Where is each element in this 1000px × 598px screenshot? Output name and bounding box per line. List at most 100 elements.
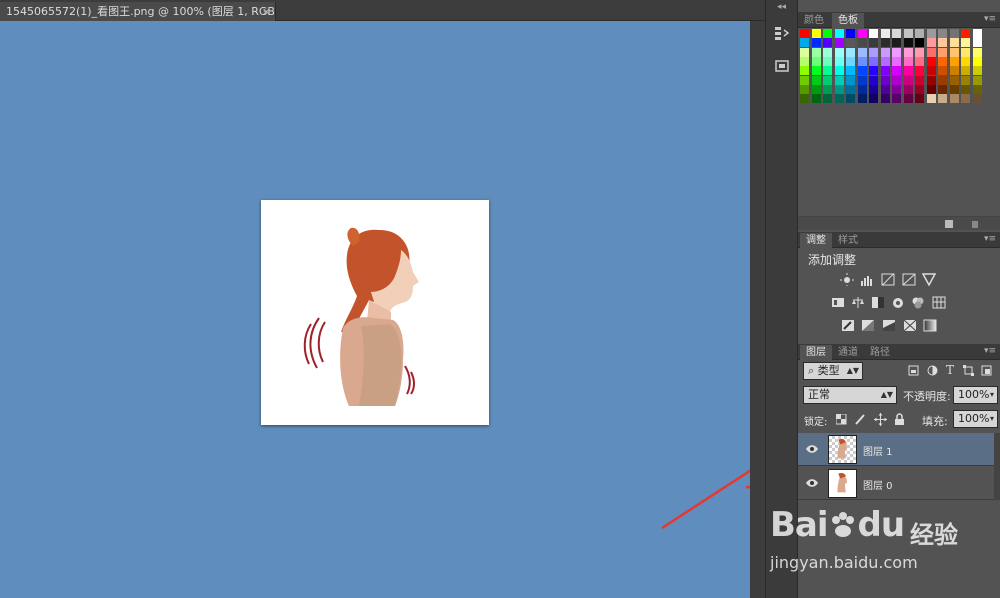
swatch[interactable] <box>857 29 867 38</box>
close-tab-button[interactable]: × <box>262 2 271 21</box>
swatch[interactable] <box>880 94 890 104</box>
swatch[interactable] <box>938 38 947 48</box>
history-icon[interactable] <box>771 22 793 44</box>
filter-type-icon[interactable]: T <box>946 363 954 377</box>
swatch[interactable] <box>834 38 844 48</box>
filter-pixel-icon[interactable] <box>908 365 919 376</box>
tab-color[interactable]: 颜色 <box>798 13 830 28</box>
swatch[interactable] <box>961 94 970 104</box>
swatch[interactable] <box>961 47 970 57</box>
swatch[interactable] <box>892 29 901 38</box>
swatch[interactable] <box>961 38 970 48</box>
swatch[interactable] <box>938 29 947 38</box>
swatch[interactable] <box>834 94 844 104</box>
swatch[interactable] <box>846 66 855 76</box>
swatch[interactable] <box>972 29 982 38</box>
swatch[interactable] <box>938 66 947 76</box>
vibrance-icon[interactable] <box>922 273 937 286</box>
tab-paths[interactable]: 路径 <box>864 345 896 360</box>
canvas-area[interactable] <box>0 21 792 598</box>
swatch[interactable] <box>869 38 878 48</box>
tab-swatches[interactable]: 色板 <box>832 13 864 28</box>
invert-icon[interactable] <box>841 319 856 332</box>
channel-mixer-icon[interactable] <box>911 296 926 309</box>
swatch[interactable] <box>949 56 959 66</box>
filter-smart-object-icon[interactable] <box>981 365 992 376</box>
lock-all-icon[interactable] <box>894 413 905 426</box>
swatch[interactable] <box>823 47 832 57</box>
swatch[interactable] <box>938 75 947 85</box>
swatch[interactable] <box>823 29 832 38</box>
swatch[interactable] <box>949 75 959 85</box>
eye-icon[interactable] <box>806 443 818 455</box>
swatch[interactable] <box>972 38 982 48</box>
swatch[interactable] <box>846 38 855 48</box>
swatch[interactable] <box>915 94 924 104</box>
layer-name[interactable]: 图层 0 <box>863 477 893 492</box>
curves-icon[interactable] <box>881 273 896 286</box>
swatch[interactable] <box>892 75 901 85</box>
swatch[interactable] <box>915 56 924 66</box>
layers-scrollbar[interactable] <box>994 433 1000 500</box>
swatch[interactable] <box>892 56 901 66</box>
swatch[interactable] <box>961 56 970 66</box>
lock-position-icon[interactable] <box>874 413 887 426</box>
photo-filter-icon[interactable] <box>891 296 906 309</box>
swatch[interactable] <box>949 47 959 57</box>
black-white-icon[interactable] <box>871 296 886 309</box>
eye-icon[interactable] <box>806 477 818 489</box>
swatch[interactable] <box>869 75 878 85</box>
swatch[interactable] <box>834 29 844 38</box>
vertical-scrollbar[interactable] <box>750 21 765 598</box>
levels-icon[interactable] <box>860 273 875 286</box>
swatch[interactable] <box>903 84 913 94</box>
tab-styles[interactable]: 样式 <box>832 233 864 248</box>
swatch[interactable] <box>892 94 901 104</box>
swatch[interactable] <box>926 56 936 66</box>
swatch[interactable] <box>915 84 924 94</box>
swatch[interactable] <box>915 75 924 85</box>
exposure-icon[interactable] <box>902 273 917 286</box>
swatch[interactable] <box>880 47 890 57</box>
tab-channels[interactable]: 通道 <box>832 345 864 360</box>
swatch[interactable] <box>880 75 890 85</box>
swatch[interactable] <box>811 38 821 48</box>
swatch[interactable] <box>800 29 809 38</box>
swatch[interactable] <box>938 47 947 57</box>
swatch[interactable] <box>811 94 821 104</box>
swatch[interactable] <box>938 56 947 66</box>
swatch[interactable] <box>857 66 867 76</box>
color-panel-menu-button[interactable]: ▾≡ <box>984 14 996 24</box>
selective-color-icon[interactable] <box>903 319 918 332</box>
swatch[interactable] <box>857 94 867 104</box>
swatch[interactable] <box>869 94 878 104</box>
swatch[interactable] <box>857 56 867 66</box>
swatch[interactable] <box>903 47 913 57</box>
swatch[interactable] <box>869 84 878 94</box>
swatch[interactable] <box>949 29 959 38</box>
swatch[interactable] <box>926 38 936 48</box>
swatch[interactable] <box>811 84 821 94</box>
swatch[interactable] <box>823 38 832 48</box>
swatch[interactable] <box>915 38 924 48</box>
swatch[interactable] <box>972 75 982 85</box>
swatch[interactable] <box>926 84 936 94</box>
document-image[interactable] <box>261 200 489 425</box>
swatch[interactable] <box>834 84 844 94</box>
swatch[interactable] <box>926 66 936 76</box>
swatch[interactable] <box>834 75 844 85</box>
swatch[interactable] <box>800 84 809 94</box>
color-balance-icon[interactable] <box>851 296 866 309</box>
swatch[interactable] <box>800 47 809 57</box>
swatch[interactable] <box>811 75 821 85</box>
swatch[interactable] <box>811 29 821 38</box>
swatch[interactable] <box>892 66 901 76</box>
swatch[interactable] <box>823 56 832 66</box>
swatch[interactable] <box>926 75 936 85</box>
swatch[interactable] <box>800 75 809 85</box>
swatch[interactable] <box>834 66 844 76</box>
swatch[interactable] <box>961 66 970 76</box>
swatch[interactable] <box>926 94 936 104</box>
swatch[interactable] <box>949 84 959 94</box>
threshold-icon[interactable] <box>882 319 897 332</box>
